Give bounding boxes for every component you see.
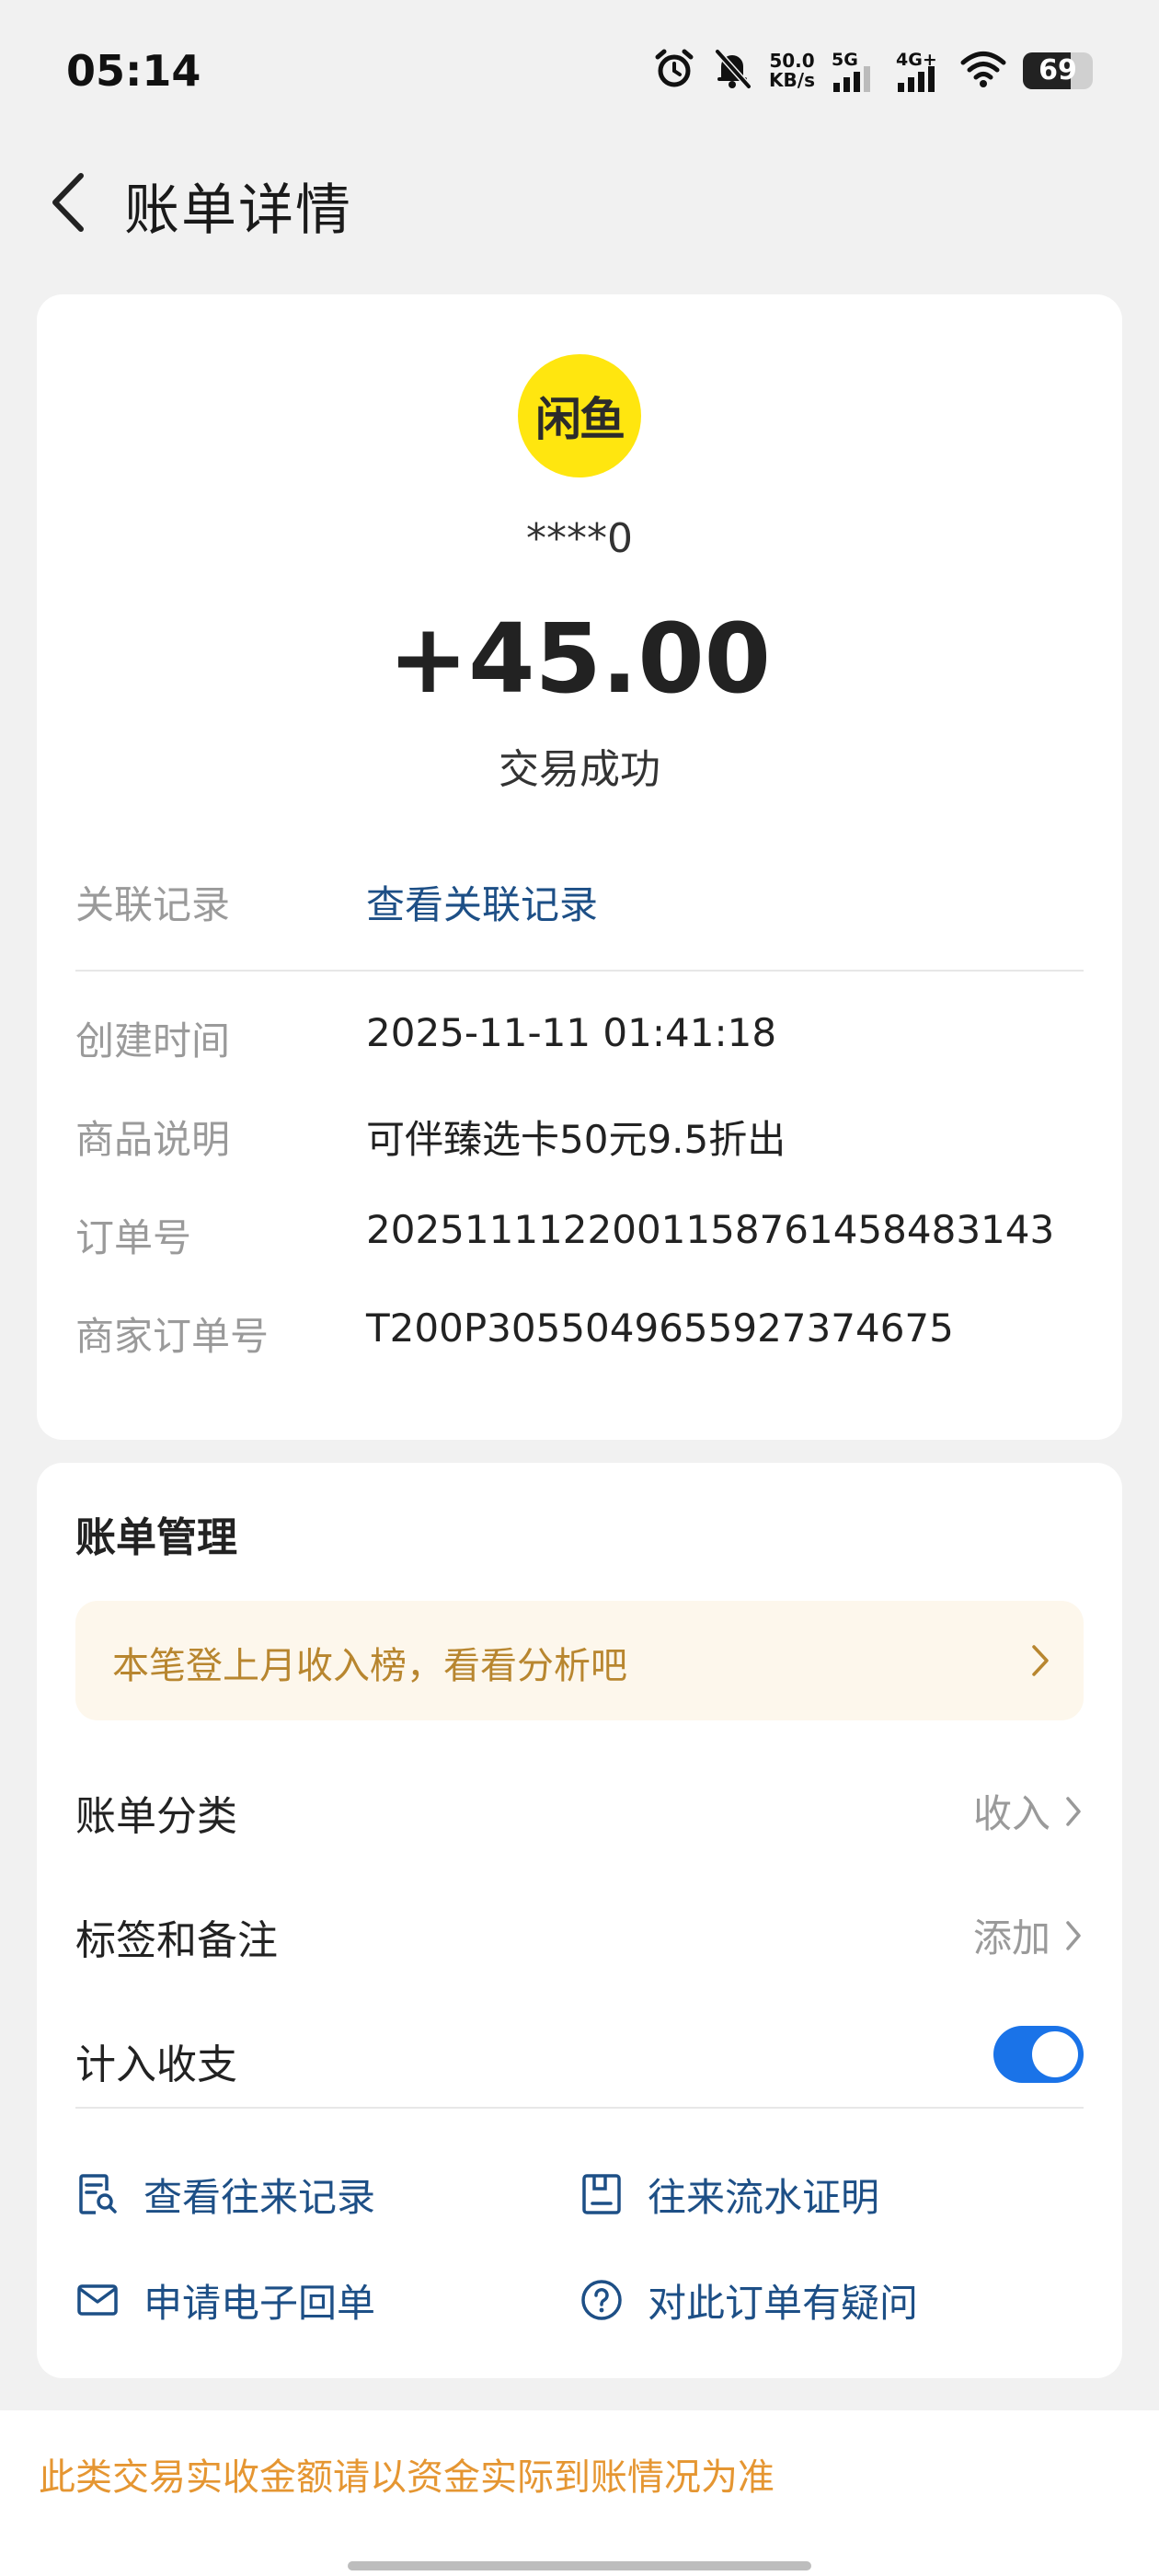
merchant-logo: 闲鱼 xyxy=(518,354,641,477)
tags-notes-row[interactable]: 标签和备注 添加 xyxy=(75,1900,1084,1964)
record-search-icon xyxy=(79,2174,117,2214)
view-related-records-link[interactable]: 查看关联记录 xyxy=(366,874,598,930)
detail-row-created-time: 创建时间 2025-11-11 01:41:18 xyxy=(75,1010,777,1064)
divider xyxy=(75,970,1084,972)
related-records-row: 关联记录 查看关联记录 xyxy=(75,874,1084,929)
status-icons: 50.0 KB/s 5G 4G+ 69 xyxy=(653,48,1093,94)
detail-row-merchant-order-number: 商家订单号 T200P3055049655927374675 xyxy=(75,1305,954,1359)
chevron-right-icon xyxy=(1032,1645,1049,1676)
wifi-icon xyxy=(960,51,1006,91)
divider xyxy=(75,2107,1084,2109)
transaction-status: 交易成功 xyxy=(499,746,660,793)
include-in-budget-toggle[interactable] xyxy=(993,2026,1084,2083)
income-analysis-banner[interactable]: 本笔登上月收入榜，看看分析吧 xyxy=(75,1601,1084,1720)
tags-notes-value: 添加 xyxy=(972,1915,1050,1961)
battery-icon: 69 xyxy=(1023,52,1093,89)
transaction-statement-button[interactable]: 往来流水证明 xyxy=(580,2162,879,2226)
bell-off-icon xyxy=(712,48,752,94)
detail-row-product-desc: 商品说明 可伴臻选卡50元9.5折出 xyxy=(75,1117,786,1162)
page-title: 账单详情 xyxy=(124,178,352,243)
app-header: 账单详情 xyxy=(0,147,1159,258)
chevron-right-icon xyxy=(1066,1796,1081,1826)
apply-e-receipt-button[interactable]: 申请电子回单 xyxy=(75,2268,375,2332)
bill-detail-page: 05:14 50.0 KB/s 5G 4G+ 69 账单详情 闲鱼 ****0 … xyxy=(0,0,1159,2576)
statement-icon xyxy=(582,2174,621,2214)
signal-4g-icon: 4G+ xyxy=(896,50,944,92)
counterparty-account: ****0 xyxy=(526,515,633,562)
chevron-left-icon xyxy=(52,173,84,232)
view-transaction-records-button[interactable]: 查看往来记录 xyxy=(75,2162,375,2226)
include-in-budget-row: 计入收支 xyxy=(75,2024,1084,2088)
bill-category-row[interactable]: 账单分类 收入 xyxy=(75,1776,1084,1840)
status-bar: 05:14 50.0 KB/s 5G 4G+ 69 xyxy=(0,0,1159,138)
footer-notice: 此类交易实收金额请以资金实际到账情况为准 xyxy=(39,2456,775,2499)
status-time: 05:14 xyxy=(66,46,201,96)
home-indicator[interactable] xyxy=(348,2561,811,2570)
net-speed: 50.0 KB/s xyxy=(769,50,815,91)
transaction-card: 闲鱼 ****0 +45.00 交易成功 关联记录 查看关联记录 创建时间 20… xyxy=(37,294,1122,1440)
back-button[interactable] xyxy=(33,167,103,237)
bill-category-value: 收入 xyxy=(972,1791,1050,1836)
section-title: 账单管理 xyxy=(75,1514,237,1561)
related-records-label: 关联记录 xyxy=(75,882,231,927)
chevron-right-icon xyxy=(1066,1920,1081,1950)
alarm-icon xyxy=(653,48,695,94)
order-question-button[interactable]: 对此订单有疑问 xyxy=(580,2268,918,2332)
transaction-amount: +45.00 xyxy=(387,603,772,715)
question-icon xyxy=(581,2280,622,2320)
detail-row-order-number: 订单号 2025111122001158761458483143 xyxy=(75,1207,1055,1260)
bill-management-card: 账单管理 本笔登上月收入榜，看看分析吧 账单分类 收入 标签和备注 添加 计入收… xyxy=(37,1463,1122,2378)
signal-5g-icon: 5G xyxy=(832,50,879,92)
mail-icon xyxy=(77,2284,118,2316)
